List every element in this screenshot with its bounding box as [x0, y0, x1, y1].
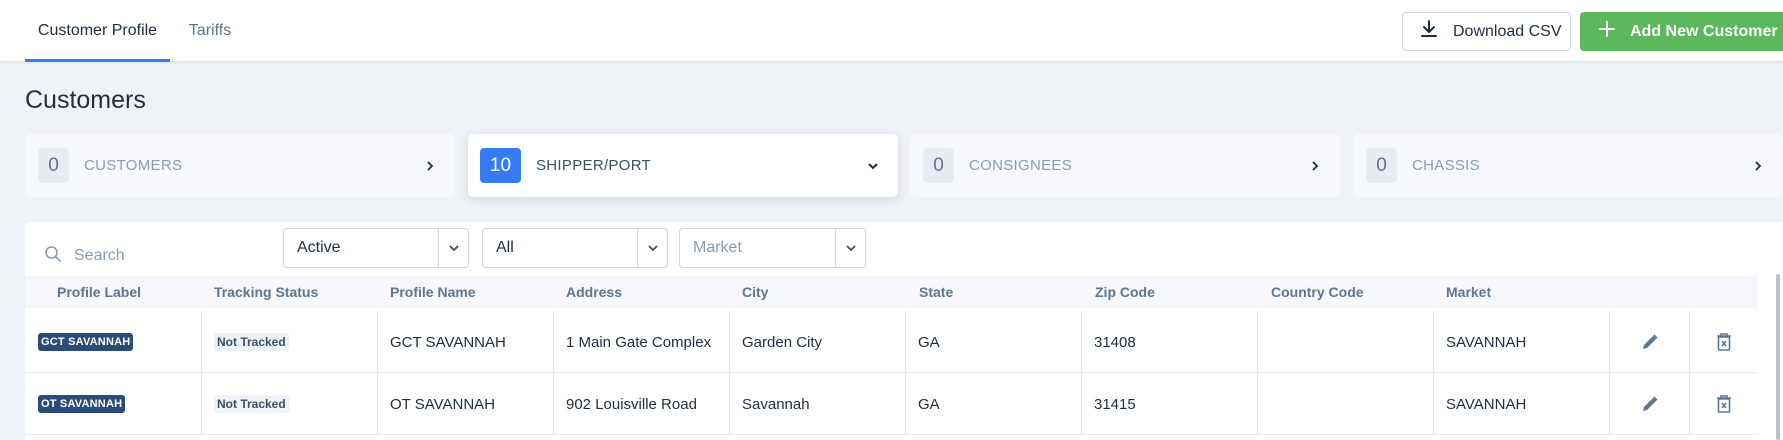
- chevron-down-icon: [637, 229, 667, 267]
- card-label: SHIPPER/PORT: [536, 157, 652, 174]
- card-customers[interactable]: 0 CUSTOMERS: [25, 134, 455, 197]
- vertical-scrollbar[interactable]: [1776, 274, 1780, 440]
- state-cell: GA: [905, 373, 1081, 435]
- profile-label-cell: GCT SAVANNAH: [25, 311, 201, 373]
- zip-code-cell: 31408: [1081, 311, 1257, 373]
- zip-code-cell: 31415: [1081, 373, 1257, 435]
- chevron-down-icon: [438, 229, 468, 267]
- card-label: CHASSIS: [1412, 157, 1480, 174]
- market-select[interactable]: Market: [679, 228, 866, 268]
- profile-label-badge: GCT SAVANNAH: [38, 333, 134, 351]
- delete-icon[interactable]: [1690, 394, 1758, 414]
- card-count: 0: [38, 148, 69, 183]
- download-csv-label: Download CSV: [1453, 22, 1562, 40]
- column-header[interactable]: Tracking Status: [214, 276, 318, 308]
- card-chassis[interactable]: 0 CHASSIS: [1353, 134, 1783, 197]
- city-cell: Garden City: [729, 311, 905, 373]
- customer-table-panel: Active All Market Profile Label Tracking…: [25, 222, 1783, 440]
- column-header[interactable]: Country Code: [1271, 276, 1364, 308]
- delete-cell: [1689, 373, 1758, 435]
- tab-label: Customer Profile: [37, 22, 158, 39]
- search-input[interactable]: [74, 247, 264, 265]
- edit-cell: [1609, 311, 1689, 373]
- card-count: 0: [923, 148, 954, 183]
- page-title: Customers: [25, 86, 146, 114]
- column-header[interactable]: Profile Name: [390, 276, 476, 308]
- card-count: 10: [480, 148, 521, 183]
- tracking-status-cell: Not Tracked: [201, 373, 377, 435]
- tab-customer-profile[interactable]: Customer Profile: [25, 0, 170, 62]
- column-header[interactable]: Address: [566, 276, 622, 308]
- plus-icon: [1598, 20, 1616, 43]
- download-icon: [1419, 19, 1439, 44]
- status-select[interactable]: Active: [283, 228, 469, 268]
- table-row[interactable]: GCT SAVANNAH Not Tracked GCT SAVANNAH 1 …: [25, 311, 1758, 373]
- chevron-right-icon: [1751, 159, 1765, 173]
- search-box[interactable]: [44, 236, 274, 276]
- card-label: CUSTOMERS: [84, 157, 183, 174]
- column-header[interactable]: Profile Label: [57, 276, 141, 308]
- column-header[interactable]: Zip Code: [1095, 276, 1155, 308]
- active-tab-indicator: [25, 59, 170, 62]
- card-shipper-port[interactable]: 10 SHIPPER/PORT: [468, 134, 898, 197]
- profile-name-cell: OT SAVANNAH: [377, 373, 553, 435]
- chevron-down-icon: [866, 159, 880, 173]
- profile-label-badge: OT SAVANNAH: [38, 395, 126, 413]
- market-cell: SAVANNAH: [1433, 311, 1609, 373]
- type-select[interactable]: All: [482, 228, 668, 268]
- country-code-cell: [1257, 373, 1433, 435]
- column-header[interactable]: Market: [1446, 276, 1491, 308]
- add-new-customer-button[interactable]: Add New Customer: [1580, 12, 1783, 51]
- tracking-status-badge: Not Tracked: [214, 333, 289, 351]
- chevron-right-icon: [423, 159, 437, 173]
- table-row[interactable]: OT SAVANNAH Not Tracked OT SAVANNAH 902 …: [25, 373, 1758, 435]
- profile-label-cell: OT SAVANNAH: [25, 373, 201, 435]
- tracking-status-cell: Not Tracked: [201, 311, 377, 373]
- address-cell: 902 Louisville Road: [553, 373, 729, 435]
- card-consignees[interactable]: 0 CONSIGNEES: [910, 134, 1340, 197]
- tracking-status-badge: Not Tracked: [214, 395, 289, 413]
- market-select-placeholder: Market: [693, 239, 742, 256]
- status-select-value: Active: [297, 239, 341, 256]
- table-header: Profile Label Tracking Status Profile Na…: [25, 276, 1758, 308]
- profile-name-cell: GCT SAVANNAH: [377, 311, 553, 373]
- card-count: 0: [1366, 148, 1397, 183]
- city-cell: Savannah: [729, 373, 905, 435]
- column-header[interactable]: State: [919, 276, 953, 308]
- tab-tariffs[interactable]: Tariffs: [180, 0, 240, 62]
- country-code-cell: [1257, 311, 1433, 373]
- delete-cell: [1689, 311, 1758, 373]
- delete-icon[interactable]: [1690, 332, 1758, 352]
- add-new-customer-label: Add New Customer: [1630, 22, 1778, 40]
- edit-cell: [1609, 373, 1689, 435]
- search-icon: [44, 245, 62, 268]
- card-label: CONSIGNEES: [969, 157, 1073, 174]
- type-select-value: All: [496, 239, 514, 256]
- address-cell: 1 Main Gate Complex: [553, 311, 729, 373]
- state-cell: GA: [905, 311, 1081, 373]
- edit-icon[interactable]: [1610, 394, 1689, 414]
- download-csv-button[interactable]: Download CSV: [1402, 12, 1571, 51]
- chevron-right-icon: [1308, 159, 1322, 173]
- chevron-down-icon: [835, 229, 865, 267]
- column-header[interactable]: City: [742, 276, 768, 308]
- edit-icon[interactable]: [1610, 332, 1689, 352]
- market-cell: SAVANNAH: [1433, 373, 1609, 435]
- top-nav-bar: Customer Profile Tariffs Download CSV Ad…: [0, 0, 1783, 62]
- tab-label: Tariffs: [188, 22, 232, 39]
